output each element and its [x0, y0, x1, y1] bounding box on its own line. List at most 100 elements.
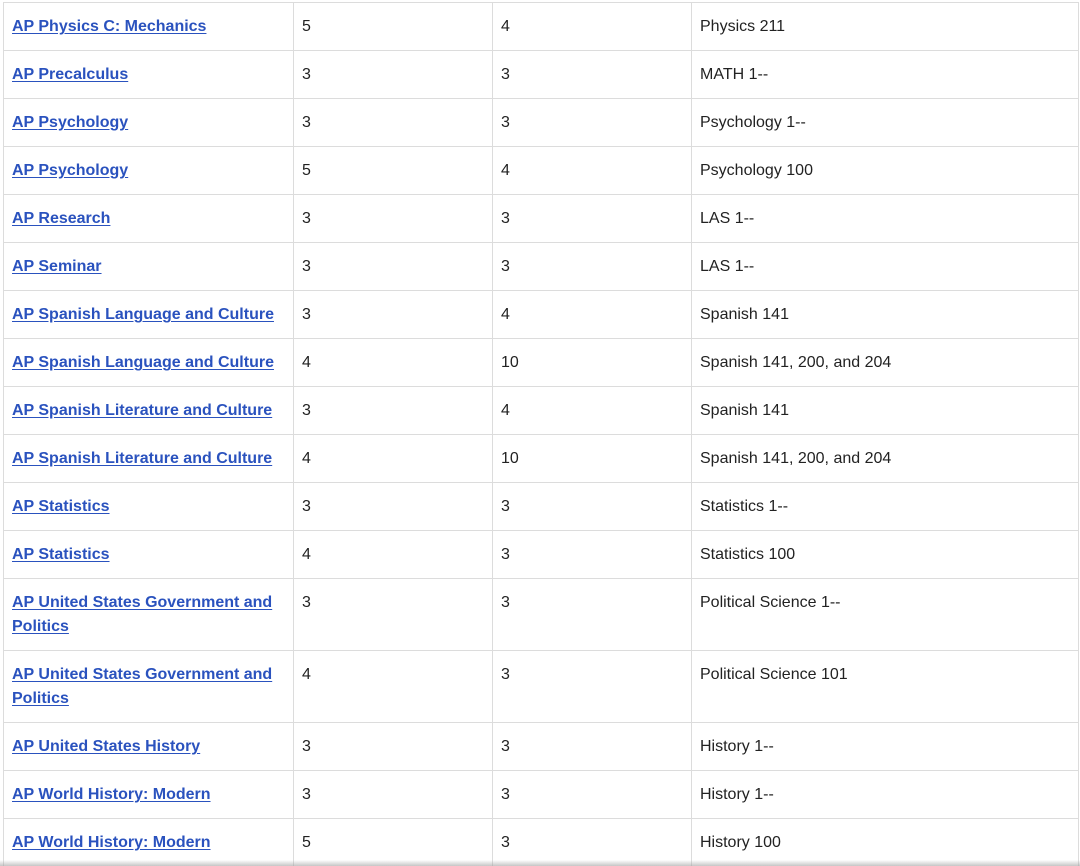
- score-cell: 3: [293, 98, 493, 147]
- table-row: AP Research 3 3 LAS 1--: [3, 194, 1079, 243]
- bottom-scroll-shadow: [0, 860, 1080, 866]
- table-row: AP United States Government and Politics…: [3, 650, 1079, 723]
- credits-cell: 3: [492, 242, 692, 291]
- table-row: AP Spanish Literature and Culture 4 10 S…: [3, 434, 1079, 483]
- score-cell: 3: [293, 242, 493, 291]
- score-cell: 5: [293, 818, 493, 866]
- course-cell: Statistics 1--: [691, 482, 1079, 531]
- exam-link[interactable]: AP Psychology: [12, 114, 128, 131]
- exam-cell: AP Psychology: [3, 146, 294, 195]
- score-cell: 4: [293, 650, 493, 723]
- ap-credit-table: AP Physics C: Mechanics 5 4 Physics 211 …: [3, 2, 1079, 866]
- credits-cell: 4: [492, 146, 692, 195]
- score-cell: 5: [293, 146, 493, 195]
- table-row: AP Psychology 5 4 Psychology 100: [3, 146, 1079, 195]
- course-cell: Spanish 141, 200, and 204: [691, 434, 1079, 483]
- score-cell: 4: [293, 338, 493, 387]
- credits-cell: 3: [492, 770, 692, 819]
- table-row: AP Seminar 3 3 LAS 1--: [3, 242, 1079, 291]
- table-row: AP United States Government and Politics…: [3, 578, 1079, 651]
- credits-cell: 10: [492, 434, 692, 483]
- exam-link[interactable]: AP Precalculus: [12, 66, 128, 83]
- exam-cell: AP Statistics: [3, 530, 294, 579]
- credits-cell: 3: [492, 530, 692, 579]
- exam-cell: AP Statistics: [3, 482, 294, 531]
- exam-cell: AP Physics C: Mechanics: [3, 2, 294, 51]
- score-cell: 4: [293, 530, 493, 579]
- credits-cell: 3: [492, 194, 692, 243]
- table-row: AP Statistics 3 3 Statistics 1--: [3, 482, 1079, 531]
- course-cell: History 1--: [691, 722, 1079, 771]
- credits-cell: 4: [492, 2, 692, 51]
- course-cell: Psychology 100: [691, 146, 1079, 195]
- exam-cell: AP Research: [3, 194, 294, 243]
- page-viewport: AP Physics C: Mechanics 5 4 Physics 211 …: [0, 0, 1080, 866]
- course-cell: History 100: [691, 818, 1079, 866]
- score-cell: 3: [293, 50, 493, 99]
- score-cell: 3: [293, 290, 493, 339]
- credits-cell: 3: [492, 818, 692, 866]
- exam-link[interactable]: AP United States Government and Politics: [12, 594, 272, 635]
- score-cell: 3: [293, 194, 493, 243]
- exam-cell: AP Precalculus: [3, 50, 294, 99]
- course-cell: Spanish 141: [691, 290, 1079, 339]
- credits-cell: 4: [492, 386, 692, 435]
- course-cell: LAS 1--: [691, 242, 1079, 291]
- exam-cell: AP United States Government and Politics: [3, 578, 294, 651]
- course-cell: Statistics 100: [691, 530, 1079, 579]
- exam-cell: AP World History: Modern: [3, 770, 294, 819]
- table-row: AP Psychology 3 3 Psychology 1--: [3, 98, 1079, 147]
- score-cell: 3: [293, 482, 493, 531]
- exam-cell: AP United States Government and Politics: [3, 650, 294, 723]
- exam-cell: AP Seminar: [3, 242, 294, 291]
- exam-link[interactable]: AP Seminar: [12, 258, 102, 275]
- course-cell: Physics 211: [691, 2, 1079, 51]
- score-cell: 3: [293, 770, 493, 819]
- course-cell: Psychology 1--: [691, 98, 1079, 147]
- table-row: AP World History: Modern 5 3 History 100: [3, 818, 1079, 866]
- credits-cell: 10: [492, 338, 692, 387]
- table-row: AP Spanish Language and Culture 3 4 Span…: [3, 290, 1079, 339]
- exam-link[interactable]: AP Spanish Language and Culture: [12, 306, 274, 323]
- exam-link[interactable]: AP Spanish Literature and Culture: [12, 450, 272, 467]
- exam-link[interactable]: AP Statistics: [12, 546, 110, 563]
- table-row: AP Spanish Literature and Culture 3 4 Sp…: [3, 386, 1079, 435]
- credits-cell: 3: [492, 722, 692, 771]
- exam-link[interactable]: AP Research: [12, 210, 110, 227]
- exam-cell: AP Spanish Language and Culture: [3, 290, 294, 339]
- exam-cell: AP Spanish Literature and Culture: [3, 434, 294, 483]
- table-row: AP World History: Modern 3 3 History 1--: [3, 770, 1079, 819]
- exam-cell: AP Spanish Literature and Culture: [3, 386, 294, 435]
- exam-cell: AP United States History: [3, 722, 294, 771]
- credits-cell: 4: [492, 290, 692, 339]
- score-cell: 5: [293, 2, 493, 51]
- course-cell: LAS 1--: [691, 194, 1079, 243]
- exam-link[interactable]: AP Physics C: Mechanics: [12, 18, 206, 35]
- exam-link[interactable]: AP Spanish Language and Culture: [12, 354, 274, 371]
- exam-link[interactable]: AP United States History: [12, 738, 200, 755]
- exam-link[interactable]: AP Psychology: [12, 162, 128, 179]
- exam-link[interactable]: AP Statistics: [12, 498, 110, 515]
- score-cell: 3: [293, 578, 493, 651]
- table-row: AP Spanish Language and Culture 4 10 Spa…: [3, 338, 1079, 387]
- exam-link[interactable]: AP Spanish Literature and Culture: [12, 402, 272, 419]
- exam-cell: AP World History: Modern: [3, 818, 294, 866]
- score-cell: 4: [293, 434, 493, 483]
- credits-cell: 3: [492, 482, 692, 531]
- exam-link[interactable]: AP World History: Modern: [12, 834, 211, 851]
- exam-link[interactable]: AP World History: Modern: [12, 786, 211, 803]
- score-cell: 3: [293, 386, 493, 435]
- course-cell: History 1--: [691, 770, 1079, 819]
- table-row: AP Precalculus 3 3 MATH 1--: [3, 50, 1079, 99]
- course-cell: Political Science 1--: [691, 578, 1079, 651]
- exam-cell: AP Spanish Language and Culture: [3, 338, 294, 387]
- table-row: AP Physics C: Mechanics 5 4 Physics 211: [3, 2, 1079, 51]
- course-cell: Spanish 141, 200, and 204: [691, 338, 1079, 387]
- course-cell: MATH 1--: [691, 50, 1079, 99]
- credits-cell: 3: [492, 650, 692, 723]
- exam-cell: AP Psychology: [3, 98, 294, 147]
- course-cell: Political Science 101: [691, 650, 1079, 723]
- score-cell: 3: [293, 722, 493, 771]
- table-row: AP Statistics 4 3 Statistics 100: [3, 530, 1079, 579]
- exam-link[interactable]: AP United States Government and Politics: [12, 666, 272, 707]
